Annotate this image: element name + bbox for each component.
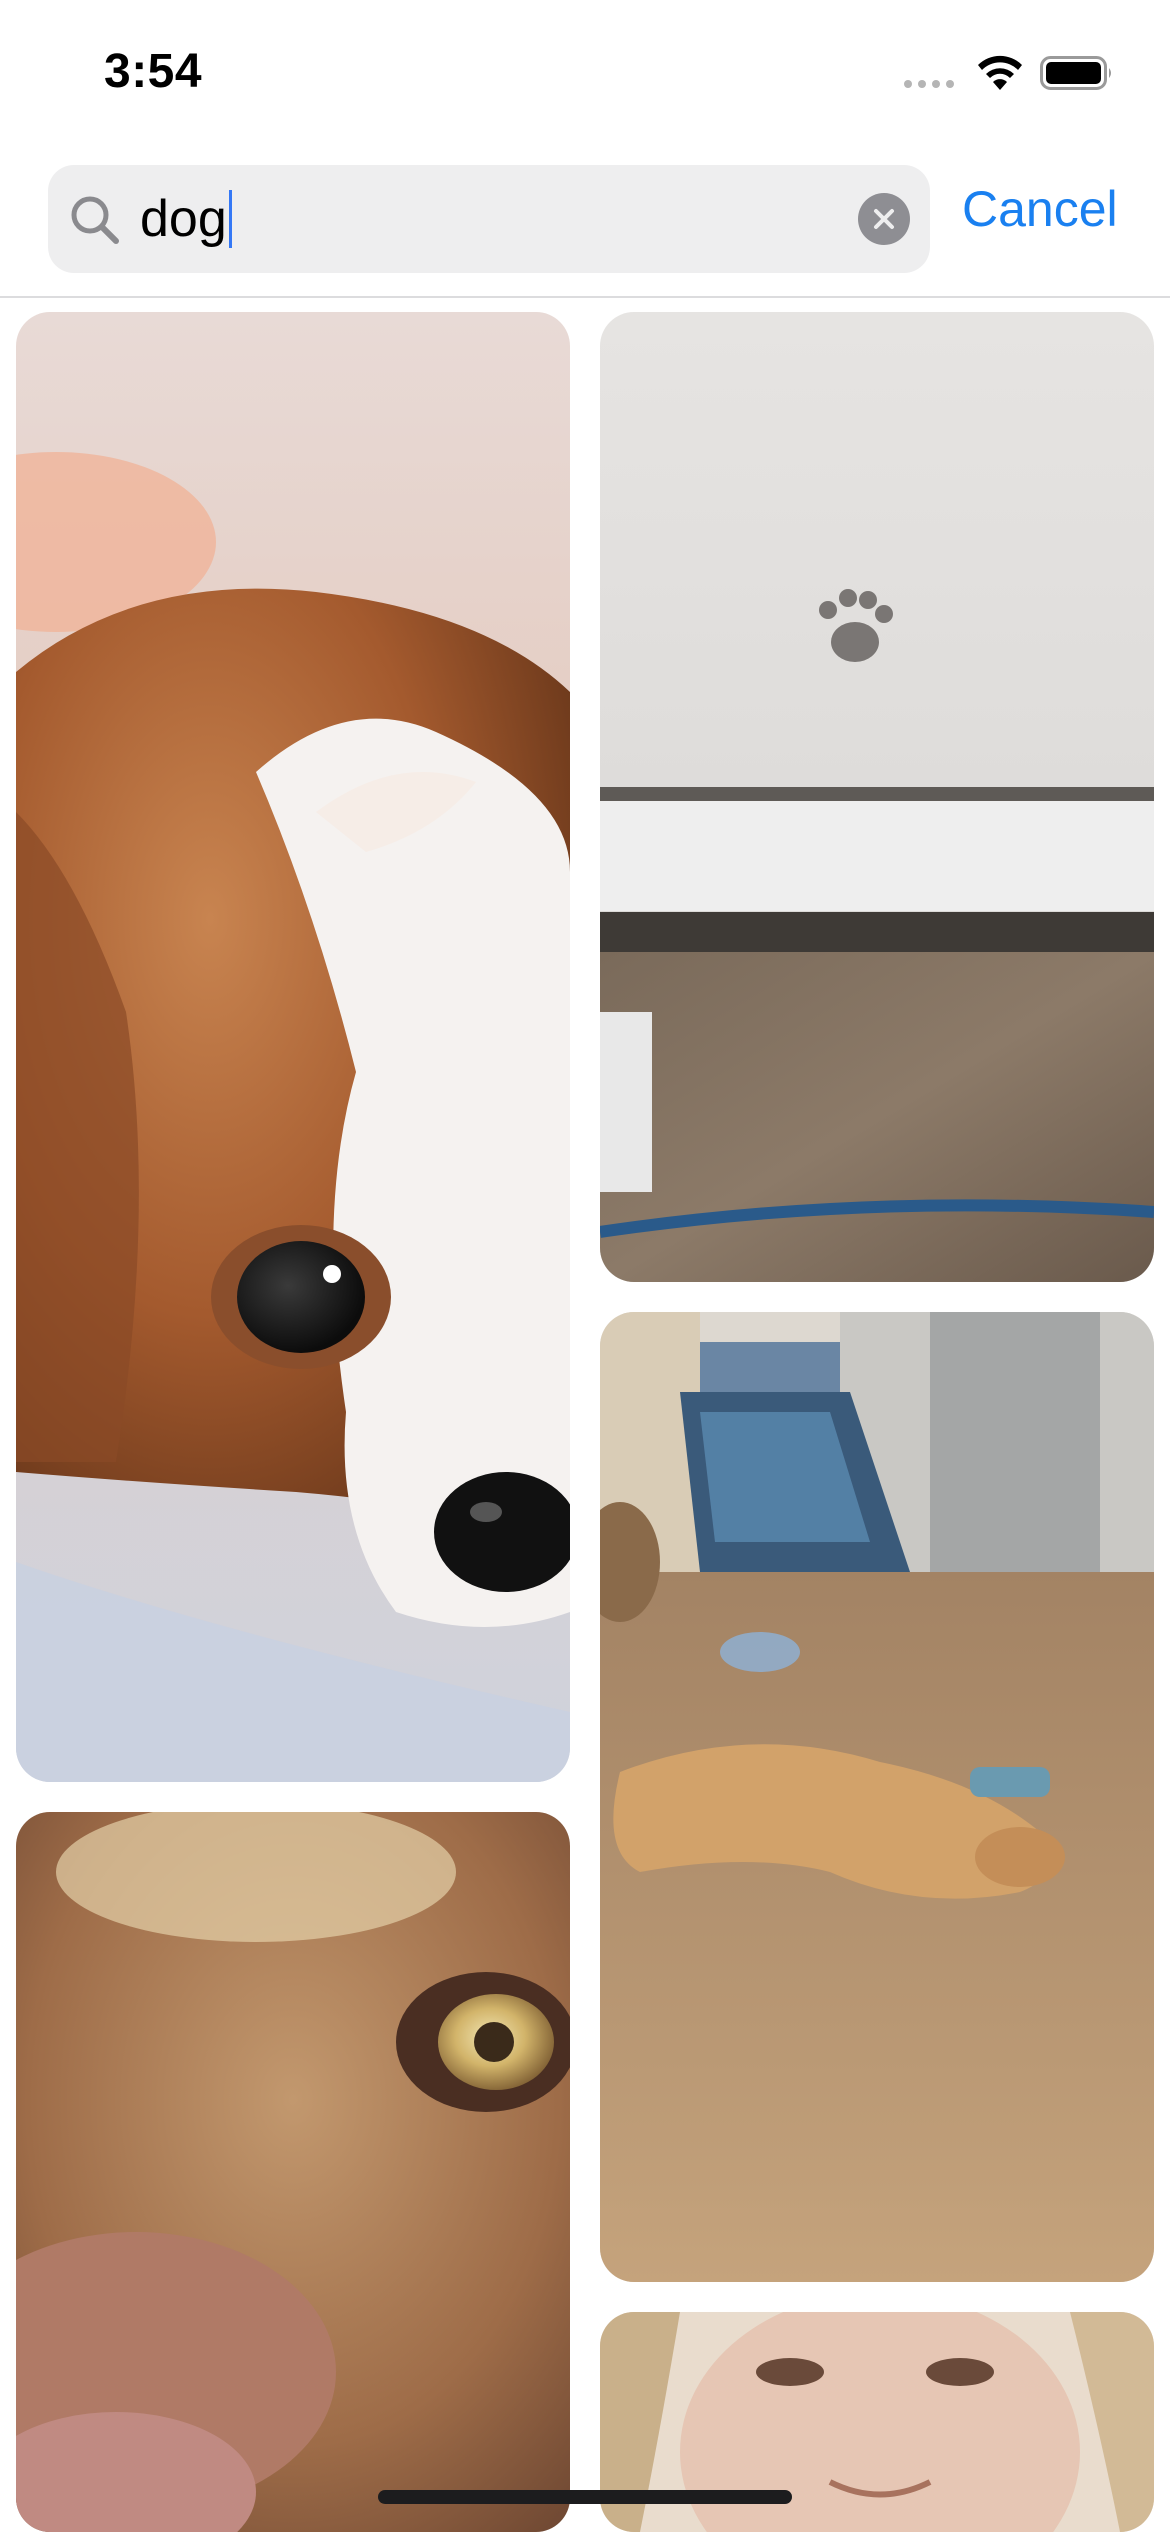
status-bar: 3:54 bbox=[0, 0, 1170, 140]
status-time: 3:54 bbox=[104, 45, 203, 98]
search-input[interactable]: dog bbox=[140, 189, 232, 249]
wifi-icon bbox=[978, 55, 1022, 90]
photo-dog-sleeping-floor[interactable] bbox=[600, 1312, 1154, 2282]
battery-icon bbox=[1040, 56, 1111, 90]
clear-search-button[interactable] bbox=[858, 193, 910, 245]
photo-paw-print-snow[interactable] bbox=[600, 312, 1154, 1282]
search-field[interactable]: dog bbox=[48, 165, 930, 273]
photos-search-screen: 3:54 dog Cancel bbox=[0, 0, 1170, 2532]
cancel-button[interactable]: Cancel bbox=[962, 180, 1118, 238]
search-header: dog Cancel bbox=[0, 140, 1170, 298]
photo-dog-cavalier-closeup[interactable] bbox=[16, 312, 570, 1782]
cellular-signal-icon bbox=[904, 80, 954, 88]
search-icon bbox=[71, 196, 119, 244]
search-query-text: dog bbox=[140, 190, 227, 248]
home-indicator[interactable] bbox=[378, 2490, 792, 2504]
photo-dog-brown-eye-closeup[interactable] bbox=[16, 1812, 570, 2532]
text-caret bbox=[228, 190, 232, 248]
close-icon bbox=[874, 209, 894, 229]
